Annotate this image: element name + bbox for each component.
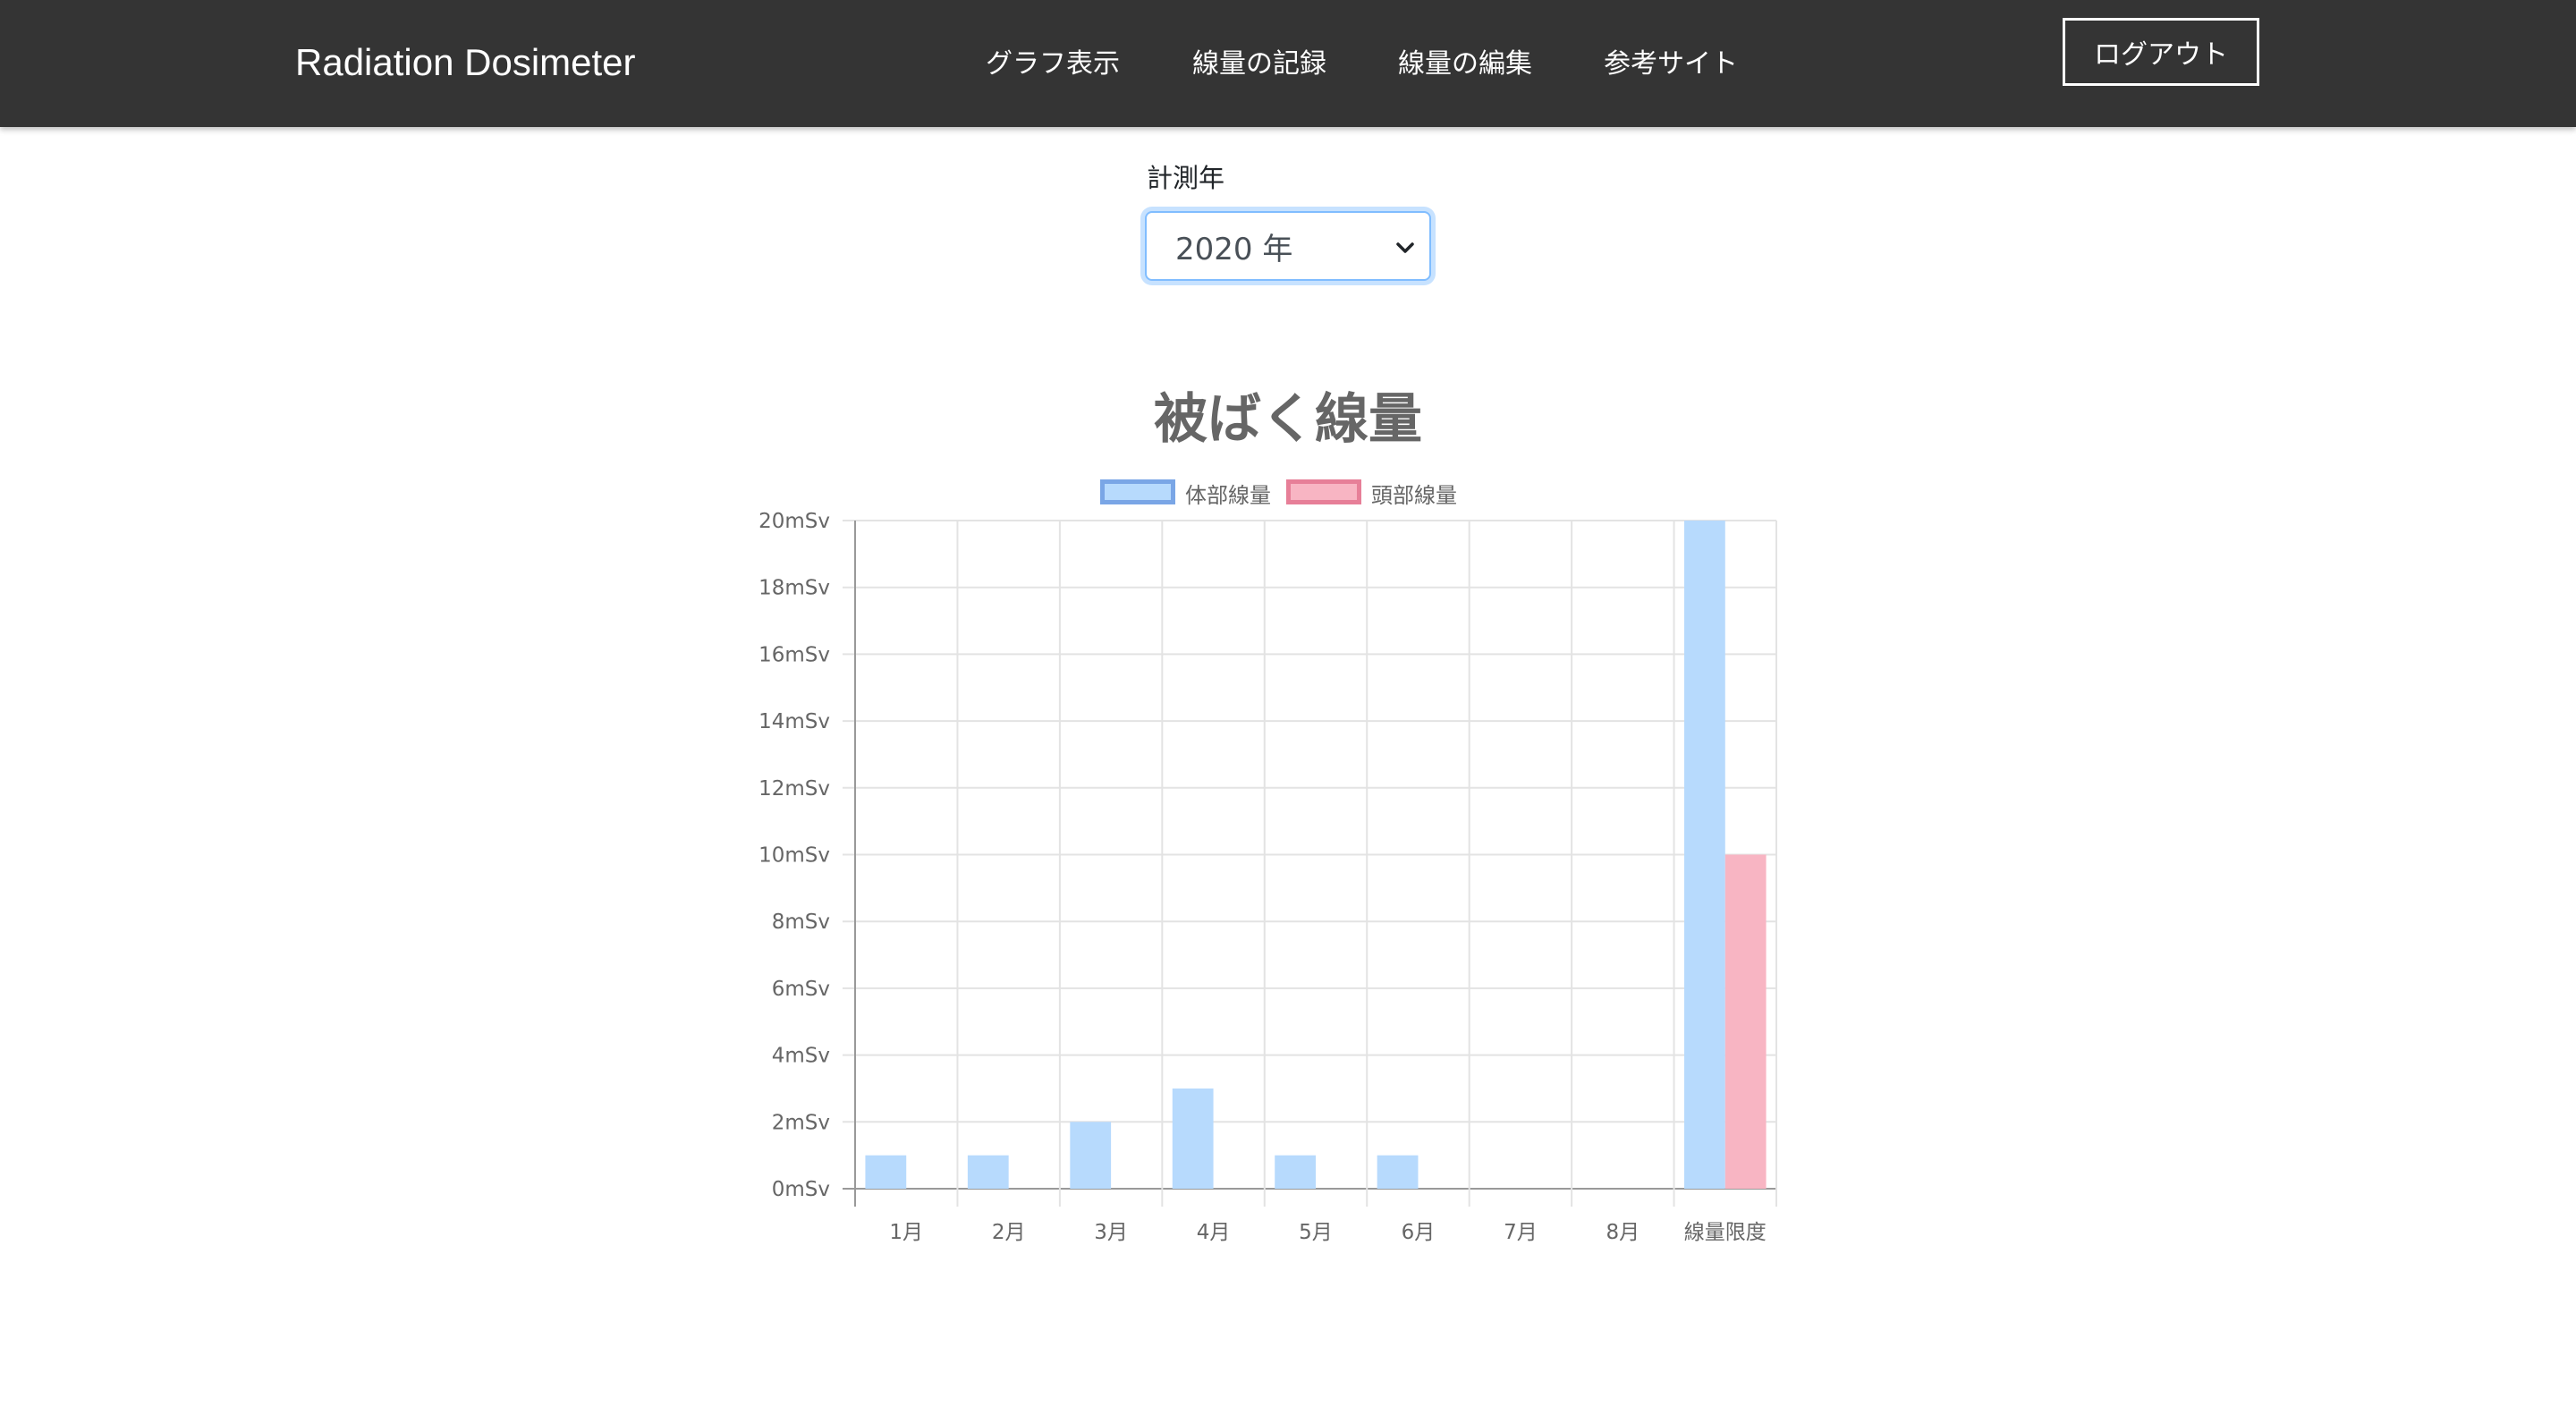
bar-body-0[interactable] — [865, 1155, 907, 1189]
bar-chart: 0mSv 2mSv 4mSv 6mSv 8mSv 10mSv 12mSv 14mSv 16mSv… — [758, 510, 1777, 1244]
y-tick-label: 20mSv — [758, 510, 830, 533]
x-tick-label: 4月 — [1197, 1221, 1231, 1244]
x-tick-label: 1月 — [889, 1221, 923, 1244]
y-tick-label: 0mSv — [772, 1178, 830, 1201]
bar-body-1[interactable] — [967, 1155, 1009, 1189]
bar-head-8[interactable] — [1724, 854, 1767, 1190]
y-tick-label: 12mSv — [758, 777, 830, 801]
y-tick-label: 10mSv — [758, 844, 830, 868]
y-tick-label: 18mSv — [758, 577, 830, 600]
bar-body-5[interactable] — [1377, 1155, 1419, 1189]
x-tick-label: 5月 — [1299, 1221, 1333, 1244]
y-tick-label: 4mSv — [772, 1045, 830, 1068]
x-tick-label: 2月 — [992, 1221, 1026, 1244]
y-tick-label: 2mSv — [772, 1111, 830, 1134]
bar-body-3[interactable] — [1172, 1088, 1214, 1189]
y-tick-label: 8mSv — [772, 911, 830, 934]
bar-body-4[interactable] — [1275, 1155, 1316, 1189]
bar-body-2[interactable] — [1070, 1122, 1112, 1189]
x-tick-label: 3月 — [1094, 1221, 1128, 1244]
x-tick-label: 7月 — [1504, 1221, 1538, 1244]
x-tick-label: 6月 — [1402, 1221, 1436, 1244]
y-tick-label: 14mSv — [758, 710, 830, 733]
x-tick-label: 線量限度 — [1684, 1221, 1767, 1244]
x-tick-label: 8月 — [1606, 1221, 1640, 1244]
bar-body-8[interactable] — [1684, 521, 1725, 1189]
y-tick-label: 16mSv — [758, 643, 830, 666]
y-tick-label: 6mSv — [772, 978, 830, 1001]
